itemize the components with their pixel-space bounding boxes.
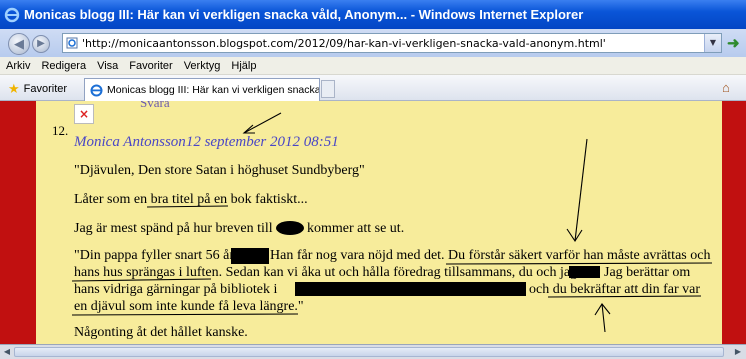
- tab-page-icon: [90, 83, 103, 101]
- ie-page-icon: [66, 37, 78, 49]
- horizontal-scrollbar[interactable]: ◀ ▶: [0, 344, 746, 359]
- new-tab-button[interactable]: [321, 80, 335, 98]
- underline-quote-1: [445, 262, 713, 265]
- browser-tab[interactable]: Monicas blogg III: Här kan vi verkligen …: [84, 78, 320, 101]
- menu-bar: Arkiv Redigera Visa Favoriter Verktyg Hj…: [0, 57, 746, 75]
- annotation-arrow-author: [243, 112, 282, 134]
- home-icon[interactable]: ⌂: [722, 80, 730, 95]
- window-title: Monicas blogg III: Här kan vi verkligen …: [24, 7, 584, 22]
- page-viewport: Svara 12. × Monica Antonsson12 september…: [0, 101, 746, 344]
- menu-item-hjalp[interactable]: Hjälp: [231, 60, 256, 72]
- menu-item-arkiv[interactable]: Arkiv: [6, 60, 30, 72]
- comment-area: Svara 12. × Monica Antonsson12 september…: [36, 101, 722, 344]
- favorites-label: Favoriter: [23, 83, 68, 95]
- menu-item-visa[interactable]: Visa: [97, 60, 118, 72]
- menu-item-verktyg[interactable]: Verktyg: [184, 60, 221, 72]
- blog-right-border: [722, 101, 746, 344]
- underline-bra-titel: [146, 205, 229, 208]
- favorites-bar: ★ Favoriter Monicas blogg III: Här kan v…: [0, 75, 746, 101]
- address-bar: ◀ ▶ 'http://monicaantonsson.blogspot.com…: [0, 29, 746, 57]
- underline-quote-3: [547, 295, 702, 298]
- go-arrow-icon[interactable]: ➜: [727, 34, 740, 52]
- forward-arrow-icon[interactable]: ▶: [32, 35, 50, 53]
- scroll-right-icon[interactable]: ▶: [732, 346, 744, 358]
- url-input[interactable]: 'http://monicaantonsson.blogspot.com/201…: [62, 33, 722, 53]
- underline-quote-4: [71, 313, 299, 316]
- url-dropdown-icon[interactable]: ▼: [704, 34, 721, 52]
- favorites-button[interactable]: ★ Favoriter: [8, 81, 67, 97]
- url-text: 'http://monicaantonsson.blogspot.com/201…: [82, 36, 606, 50]
- annotation-arrowhead-author: [242, 124, 255, 134]
- annotation-overlay: [71, 112, 713, 333]
- menu-item-favoriter[interactable]: Favoriter: [129, 60, 172, 72]
- scrollbar-thumb[interactable]: [14, 347, 724, 357]
- annotation-arrow-up: [601, 303, 606, 333]
- blog-left-border: [0, 101, 36, 344]
- annotation-arrowhead-down: [566, 228, 583, 243]
- back-arrow-icon[interactable]: ◀: [8, 33, 30, 55]
- menu-item-redigera[interactable]: Redigera: [41, 60, 86, 72]
- annotation-arrow-down: [574, 138, 588, 242]
- tab-label: Monicas blogg III: Här kan vi verkligen …: [107, 84, 320, 96]
- underline-quote-2: [71, 278, 212, 282]
- window-titlebar: Monicas blogg III: Här kan vi verkligen …: [0, 0, 746, 29]
- scroll-left-icon[interactable]: ◀: [1, 346, 13, 358]
- ie-logo-icon: [4, 7, 20, 23]
- star-icon: ★: [8, 81, 20, 96]
